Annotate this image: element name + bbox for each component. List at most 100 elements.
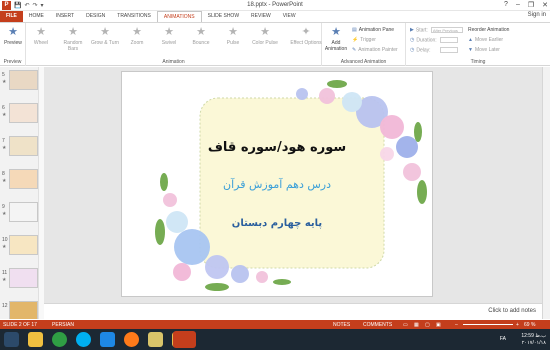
tab-design[interactable]: DESIGN (80, 11, 111, 22)
reading-view-icon[interactable]: ▢ (425, 322, 430, 328)
slide-thumbnail[interactable] (9, 169, 38, 189)
slide-subtitle[interactable]: درس دهم آموزش قرآن (122, 178, 432, 191)
tab-home[interactable]: HOME (23, 11, 50, 22)
slideshow-icon[interactable]: ▣ (436, 322, 441, 328)
thumb-number: 12 (2, 303, 8, 309)
effect-swivel[interactable]: ★ Swivel (154, 26, 184, 46)
trigger-icon: ⚡ (352, 37, 359, 43)
advanced-animation-group: ★ Add Animation ▤ Animation Pane ⚡ Trigger … (322, 23, 406, 66)
powerpoint-taskbar-icon[interactable] (173, 331, 196, 348)
tab-insert[interactable]: INSERT (50, 11, 80, 22)
language-indicator[interactable]: PERSIAN (52, 322, 74, 328)
effect-options-button[interactable]: ✦ Effect Options (290, 26, 322, 46)
animation-group: ★ Wheel ★ Random Bars ★ Grow & Turn ★ Zoom ★… (26, 23, 322, 66)
zoom-in-icon[interactable]: + (516, 322, 519, 328)
delay-input[interactable] (439, 47, 458, 53)
minimize-icon[interactable]: – (516, 1, 520, 9)
normal-view-icon[interactable]: ▭ (403, 322, 408, 328)
tab-slide-show[interactable]: SLIDE SHOW (202, 11, 245, 22)
duration-label: Duration: (416, 37, 437, 44)
slide-thumbnail[interactable] (9, 235, 38, 255)
preview-label: Preview (4, 40, 22, 46)
effect-zoom[interactable]: ★ Zoom (122, 26, 152, 46)
clock-time[interactable]: 12:59 ب.ظ (521, 333, 546, 340)
tab-animations[interactable]: ANIMATIONS (156, 11, 202, 22)
slide-title[interactable]: سوره هود/سوره قاف (122, 140, 432, 155)
thumb-number: 10 (2, 237, 8, 243)
preview-group: ★ Preview Preview (0, 23, 26, 66)
ribbon: ★ Preview Preview ★ Wheel ★ Random Bars ★ G… (0, 22, 550, 66)
effect-wheel-label: Wheel (33, 40, 49, 46)
language-indicator-tray[interactable]: FA (500, 336, 506, 342)
effect-grow-turn[interactable]: ★ Grow & Turn (90, 26, 120, 46)
restore-icon[interactable]: ❐ (528, 1, 534, 9)
star-icon: ★ (228, 26, 238, 38)
move-later-button[interactable]: ▼ Move Later (468, 47, 500, 53)
slide-thumbnail[interactable] (9, 70, 38, 90)
clock-date[interactable]: ۲۰۱۷/۰۱/۱۸ (521, 340, 546, 347)
tab-transitions[interactable]: TRANSITIONS (111, 11, 157, 22)
thumb-number: 8 (2, 171, 5, 177)
animation-star-icon: ★ (2, 79, 7, 85)
effect-pulse[interactable]: ★ Pulse (218, 26, 248, 46)
start-icon[interactable] (4, 332, 19, 347)
animation-painter-button[interactable]: ✎ Animation Painter (352, 47, 398, 53)
slide-thumbnail[interactable] (9, 268, 38, 288)
zoom-level[interactable]: 69 % (524, 322, 535, 328)
duration-input[interactable] (439, 37, 458, 43)
animation-group-label: Animation (162, 59, 185, 65)
slide-count: SLIDE 2 OF 17 (3, 322, 37, 328)
slide-thumbnail[interactable] (9, 301, 38, 319)
effect-random-bars[interactable]: ★ Random Bars (58, 26, 88, 52)
effect-wheel[interactable]: ★ Wheel (26, 26, 56, 46)
window-controls: ? – ❐ ✕ (504, 1, 548, 9)
slide-grade[interactable]: پایه چهارم دبستان (122, 218, 432, 229)
animation-painter-label: Animation Painter (358, 47, 398, 53)
edge-icon[interactable] (100, 332, 115, 347)
current-slide[interactable]: سوره هود/سوره قاف درس دهم آموزش قرآن پای… (121, 71, 433, 297)
slide-thumbnail[interactable] (9, 202, 38, 222)
star-icon: ★ (196, 26, 206, 38)
slide-thumbnail[interactable] (9, 136, 38, 156)
comments-button[interactable]: COMMENTS (363, 322, 392, 328)
help-icon[interactable]: ? (504, 1, 508, 9)
close-icon[interactable]: ✕ (542, 1, 548, 9)
star-icon: ★ (68, 26, 78, 38)
skype-icon[interactable] (76, 332, 91, 347)
editor-scrollbar[interactable] (542, 67, 550, 319)
effect-color-pulse-label: Color Pulse (252, 40, 278, 46)
delay-label: Delay: (416, 47, 431, 54)
effect-bounce-label: Bounce (192, 40, 210, 46)
firefox-icon[interactable] (124, 332, 139, 347)
notes-pane[interactable]: Click to add notes (44, 303, 542, 319)
notes-button[interactable]: NOTES (333, 322, 350, 328)
tab-review[interactable]: REVIEW (245, 11, 277, 22)
animation-pane-icon: ▤ (352, 27, 357, 33)
window-title: 18.pptx - PowerPoint (247, 2, 303, 8)
trigger-button[interactable]: ⚡ Trigger (352, 37, 376, 43)
tab-file[interactable]: FILE (0, 11, 23, 22)
zoom-out-icon[interactable]: – (455, 322, 458, 328)
slide-thumbnail[interactable] (9, 103, 38, 123)
effect-pulse-label: Pulse (226, 40, 240, 46)
animation-pane-button[interactable]: ▤ Animation Pane (352, 27, 394, 33)
tab-view[interactable]: VIEW (277, 11, 302, 22)
preview-button[interactable]: ★ Preview (0, 26, 28, 46)
delay-row: ◷ Delay: (410, 47, 458, 53)
effect-bounce[interactable]: ★ Bounce (186, 26, 216, 46)
star-icon: ★ (100, 26, 110, 38)
move-earlier-button[interactable]: ▲ Move Earlier (468, 37, 503, 43)
add-animation-button[interactable]: ★ Add Animation (322, 26, 350, 52)
sign-in-link[interactable]: Sign in (528, 12, 546, 18)
files-icon[interactable] (148, 332, 163, 347)
chrome-icon[interactable] (52, 332, 67, 347)
effect-color-pulse[interactable]: ★ Color Pulse (250, 26, 280, 46)
thumb-number: 6 (2, 105, 5, 111)
start-select[interactable]: After Previous (430, 27, 463, 33)
explorer-icon[interactable] (28, 332, 43, 347)
slide-sorter-icon[interactable]: ▦ (414, 322, 419, 328)
duration-row: ◷ Duration: (410, 37, 458, 43)
zoom-slider[interactable] (463, 324, 513, 325)
effect-zoom-label: Zoom (130, 40, 144, 46)
star-icon: ★ (260, 26, 270, 38)
